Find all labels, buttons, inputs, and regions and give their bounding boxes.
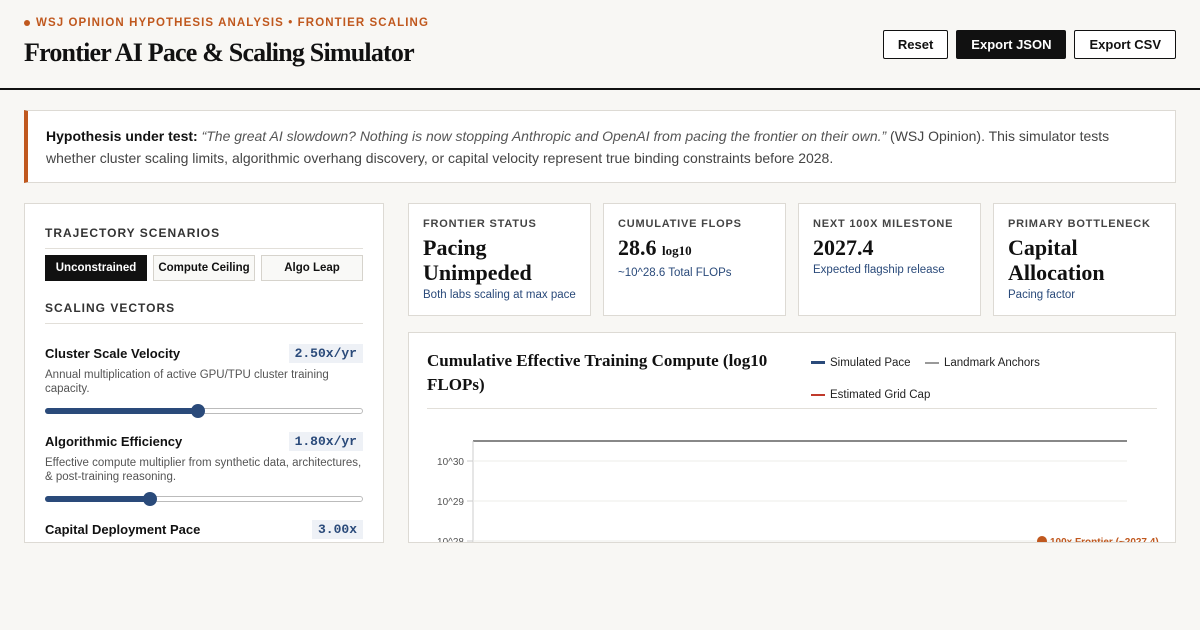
vector-cluster-scale: Cluster Scale Velocity 2.50x/yr Annual m… xyxy=(45,344,363,418)
hypothesis-label: Hypothesis under test: xyxy=(46,128,198,144)
export-json-button[interactable]: Export JSON xyxy=(956,30,1067,59)
card-subtext: Both labs scaling at max pace xyxy=(423,289,576,301)
stat-card-primary-bottleneck: PRIMARY BOTTLENECK Capital Allocation Pa… xyxy=(993,203,1176,316)
stat-card-cumulative-flops: CUMULATIVE FLOPS 28.6 log10 ~10^28.6 Tot… xyxy=(603,203,786,316)
tab-algo-leap[interactable]: Algo Leap xyxy=(261,255,363,281)
vector-name: Capital Deployment Pace xyxy=(45,522,201,537)
y-tick-label: 10^29 xyxy=(437,497,464,508)
card-value: 2027.4 xyxy=(813,235,874,260)
stat-card-next-milestone: NEXT 100X MILESTONE 2027.4 Expected flag… xyxy=(798,203,981,316)
vector-value: 2.50x/yr xyxy=(288,344,363,363)
vector-capital-deployment: Capital Deployment Pace 3.00x xyxy=(45,520,363,539)
toolbar: Reset Export JSON Export CSV xyxy=(882,30,1176,59)
vector-algorithmic-efficiency: Algorithmic Efficiency 1.80x/yr Effectiv… xyxy=(45,432,363,506)
card-value: Capital Allocation xyxy=(1008,235,1105,285)
annotation-marker xyxy=(1037,536,1047,542)
vector-name: Algorithmic Efficiency xyxy=(45,434,183,449)
card-subtext: Pacing factor xyxy=(1008,289,1076,301)
scenarios-heading: TRAJECTORY SCENARIOS xyxy=(45,226,363,249)
algorithmic-efficiency-slider[interactable] xyxy=(45,492,363,506)
controls-panel: TRAJECTORY SCENARIOS Unconstrained Compu… xyxy=(24,203,384,543)
card-unit: log10 xyxy=(662,243,692,258)
kicker: WSJ OPINION HYPOTHESIS ANALYSIS • FRONTI… xyxy=(24,17,429,29)
annotation-label: 100x Frontier (~2027.4) xyxy=(1050,537,1159,543)
compute-chart-card: Cumulative Effective Training Compute (l… xyxy=(408,332,1176,543)
tab-unconstrained[interactable]: Unconstrained xyxy=(45,255,147,281)
stat-card-frontier-status: FRONTIER STATUS Pacing Unimpeded Both la… xyxy=(408,203,591,316)
cluster-scale-slider[interactable] xyxy=(45,404,363,418)
vector-name: Cluster Scale Velocity xyxy=(45,346,181,361)
vector-value: 3.00x xyxy=(311,520,363,539)
page-title: Frontier AI Pace & Scaling Simulator xyxy=(24,38,415,67)
slider-thumb[interactable] xyxy=(142,492,157,506)
slider-fill xyxy=(45,496,150,502)
card-label: NEXT 100X MILESTONE xyxy=(813,218,954,230)
y-tick-label: 10^30 xyxy=(437,457,464,468)
card-label: CUMULATIVE FLOPS xyxy=(618,218,742,230)
bullet-dot-icon xyxy=(24,20,30,26)
slider-thumb[interactable] xyxy=(190,404,205,418)
card-value: Pacing Unimpeded xyxy=(423,235,532,285)
vector-description: Effective compute multiplier from synthe… xyxy=(45,457,362,483)
reset-button[interactable]: Reset xyxy=(882,30,949,59)
card-value: 28.6 xyxy=(618,235,657,260)
export-csv-button[interactable]: Export CSV xyxy=(1074,30,1176,59)
vector-description: Annual multiplication of active GPU/TPU … xyxy=(45,369,329,395)
vector-value: 1.80x/yr xyxy=(288,432,363,451)
app-header: WSJ OPINION HYPOTHESIS ANALYSIS • FRONTI… xyxy=(0,0,1200,90)
hypothesis-quote: “The great AI slowdown? Nothing is now s… xyxy=(201,128,887,144)
kicker-text: WSJ OPINION HYPOTHESIS ANALYSIS • FRONTI… xyxy=(36,17,429,29)
card-label: PRIMARY BOTTLENECK xyxy=(1008,218,1151,230)
hypothesis-callout: Hypothesis under test: “The great AI slo… xyxy=(24,110,1176,183)
card-subtext: ~10^28.6 Total FLOPs xyxy=(618,267,732,279)
vectors-heading: SCALING VECTORS xyxy=(45,301,363,324)
tab-compute-ceiling[interactable]: Compute Ceiling xyxy=(153,255,255,281)
chart-plot: 10^30 10^29 10^28 100x Frontier (~2027.4) xyxy=(437,440,1159,543)
card-value-wrap: 28.6 log10 xyxy=(618,235,771,263)
y-tick-label: 10^28 xyxy=(437,537,464,543)
slider-fill xyxy=(45,408,198,414)
card-label: FRONTIER STATUS xyxy=(423,218,537,230)
scenario-tabs: Unconstrained Compute Ceiling Algo Leap xyxy=(45,255,363,281)
card-subtext: Expected flagship release xyxy=(813,264,945,276)
